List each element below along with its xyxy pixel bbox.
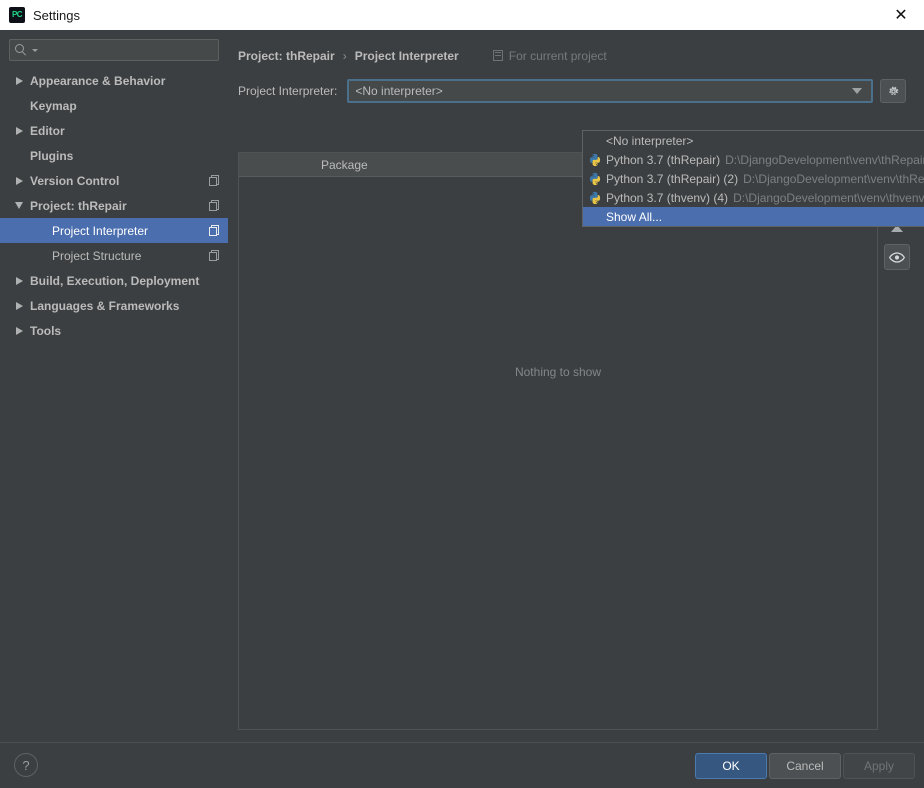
- sidebar-item-label: Languages & Frameworks: [30, 298, 180, 313]
- search-box[interactable]: [9, 39, 219, 61]
- sidebar-item-version-control[interactable]: Version Control: [0, 168, 228, 193]
- dropdown-option-path: D:\DjangoDevelopment\venv\thvenv\Scripts…: [733, 190, 924, 205]
- project-module-icon: [209, 249, 220, 262]
- project-module-icon: [209, 199, 220, 212]
- sidebar-item-build-execution-deployment[interactable]: Build, Execution, Deployment: [0, 268, 228, 293]
- collapse-toggle[interactable]: [8, 202, 30, 209]
- dialog-body: Appearance & Behavior Keymap Editor Plugins…: [0, 30, 924, 788]
- dropdown-option-path: D:\DjangoDevelopment\venv\thRepair\Scrip…: [725, 152, 924, 167]
- sidebar-item-label: Plugins: [30, 148, 74, 163]
- settings-sidebar: Appearance & Behavior Keymap Editor Plugins…: [0, 30, 228, 742]
- dropdown-option[interactable]: <No interpreter>: [583, 131, 924, 150]
- expand-toggle[interactable]: [8, 176, 30, 185]
- sidebar-item-project-threpair[interactable]: Project: thRepair: [0, 193, 228, 218]
- dropdown-option[interactable]: Python 3.7 (thRepair) (2) D:\DjangoDevelo…: [583, 169, 924, 188]
- expand-toggle[interactable]: [8, 126, 30, 135]
- apply-button: Apply: [843, 753, 915, 779]
- gear-icon: [887, 85, 900, 98]
- sidebar-item-project-interpreter[interactable]: Project Interpreter: [0, 218, 228, 243]
- project-module-icon: [209, 224, 220, 237]
- column-header-package[interactable]: Package: [321, 158, 368, 172]
- scope-hint-label: For current project: [508, 49, 607, 63]
- dropdown-option-name: <No interpreter>: [606, 133, 694, 148]
- chevron-down-icon[interactable]: [852, 88, 863, 94]
- sidebar-item-label: Project Structure: [52, 248, 142, 263]
- window-title: Settings: [33, 7, 80, 23]
- search-icon: [15, 43, 28, 57]
- chevron-right-icon: [15, 301, 23, 310]
- eye-icon: [888, 251, 906, 263]
- project-interpreter-dropdown[interactable]: <No interpreter> Python 3.7 (thRepair) D:\…: [582, 130, 924, 227]
- project-interpreter-combobox[interactable]: <No interpreter>: [347, 79, 874, 103]
- no-icon-spacer: [588, 134, 602, 148]
- sidebar-item-label: Version Control: [30, 173, 120, 188]
- no-icon-spacer: [588, 210, 602, 224]
- search-input[interactable]: [38, 43, 213, 57]
- sidebar-item-label: Project Interpreter: [52, 223, 149, 238]
- cancel-button[interactable]: Cancel: [769, 753, 841, 779]
- breadcrumb-separator: ›: [342, 49, 347, 63]
- breadcrumb-root[interactable]: Project: thRepair: [238, 49, 335, 63]
- expand-toggle[interactable]: [8, 76, 30, 85]
- sidebar-item-project-structure[interactable]: Project Structure: [0, 243, 228, 268]
- settings-tree: Appearance & Behavior Keymap Editor Plugins…: [0, 68, 228, 343]
- expand-toggle[interactable]: [8, 301, 30, 310]
- sidebar-item-tools[interactable]: Tools: [0, 318, 228, 343]
- sidebar-item-label: Appearance & Behavior: [30, 73, 166, 88]
- dropdown-option-path: D:\DjangoDevelopment\venv\thRepair\Scrip…: [743, 171, 924, 186]
- chevron-right-icon: [15, 176, 23, 185]
- packages-panel: Package Nothing to show: [238, 152, 878, 730]
- breadcrumb-leaf: Project Interpreter: [354, 49, 459, 63]
- interpreter-settings-button[interactable]: [880, 79, 907, 103]
- sidebar-item-label: Project: thRepair: [30, 198, 127, 213]
- dropdown-option-name: Python 3.7 (thRepair) (2): [606, 171, 739, 186]
- pycharm-icon: PC: [9, 7, 25, 23]
- dropdown-option-name: Python 3.7 (thRepair): [606, 152, 721, 167]
- sidebar-item-plugins[interactable]: Plugins: [0, 143, 228, 168]
- dropdown-option[interactable]: Python 3.7 (thvenv) (4) D:\DjangoDevelopm…: [583, 188, 924, 207]
- dropdown-option-name: Python 3.7 (thvenv) (4): [606, 190, 729, 205]
- sidebar-item-appearance-behavior[interactable]: Appearance & Behavior: [0, 68, 228, 93]
- python-venv-icon: [588, 191, 602, 205]
- sidebar-item-keymap[interactable]: Keymap: [0, 93, 228, 118]
- sidebar-item-languages-frameworks[interactable]: Languages & Frameworks: [0, 293, 228, 318]
- scope-hint: For current project: [492, 49, 607, 63]
- project-module-icon: [492, 50, 504, 62]
- python-venv-icon: [588, 153, 602, 167]
- expand-toggle[interactable]: [8, 326, 30, 335]
- chevron-right-icon: [15, 326, 23, 335]
- dialog-footer: ? OK Cancel Apply: [0, 742, 924, 788]
- help-button[interactable]: ?: [14, 753, 38, 777]
- project-interpreter-value: <No interpreter>: [355, 84, 443, 98]
- sidebar-item-label: Keymap: [30, 98, 77, 113]
- chevron-right-icon: [15, 126, 23, 135]
- sidebar-item-editor[interactable]: Editor: [0, 118, 228, 143]
- dropdown-option[interactable]: Python 3.7 (thRepair) D:\DjangoDevelopmen…: [583, 150, 924, 169]
- chevron-down-icon: [15, 202, 23, 209]
- packages-toolbar: [880, 152, 914, 730]
- search-container: [0, 30, 228, 61]
- close-icon[interactable]: ✕: [878, 0, 924, 30]
- project-module-icon: [209, 174, 220, 187]
- chevron-right-icon: [15, 276, 23, 285]
- sidebar-item-label: Tools: [30, 323, 62, 338]
- dropdown-option-name: Show All...: [606, 209, 663, 224]
- project-interpreter-row: Project Interpreter: <No interpreter>: [228, 78, 924, 104]
- show-early-releases-button[interactable]: [884, 244, 910, 270]
- chevron-right-icon: [15, 76, 23, 85]
- dropdown-option[interactable]: Show All...: [583, 207, 924, 226]
- window-titlebar: PC Settings ✕: [0, 0, 924, 30]
- packages-empty-message: Nothing to show: [514, 365, 602, 379]
- project-interpreter-label: Project Interpreter:: [238, 84, 338, 98]
- ok-button[interactable]: OK: [695, 753, 767, 779]
- expand-toggle[interactable]: [8, 276, 30, 285]
- sidebar-item-label: Build, Execution, Deployment: [30, 273, 200, 288]
- breadcrumb: Project: thRepair › Project Interpreter …: [228, 42, 924, 70]
- sidebar-item-label: Editor: [30, 123, 65, 138]
- python-venv-icon: [588, 172, 602, 186]
- settings-content-panel: Project: thRepair › Project Interpreter …: [228, 30, 924, 742]
